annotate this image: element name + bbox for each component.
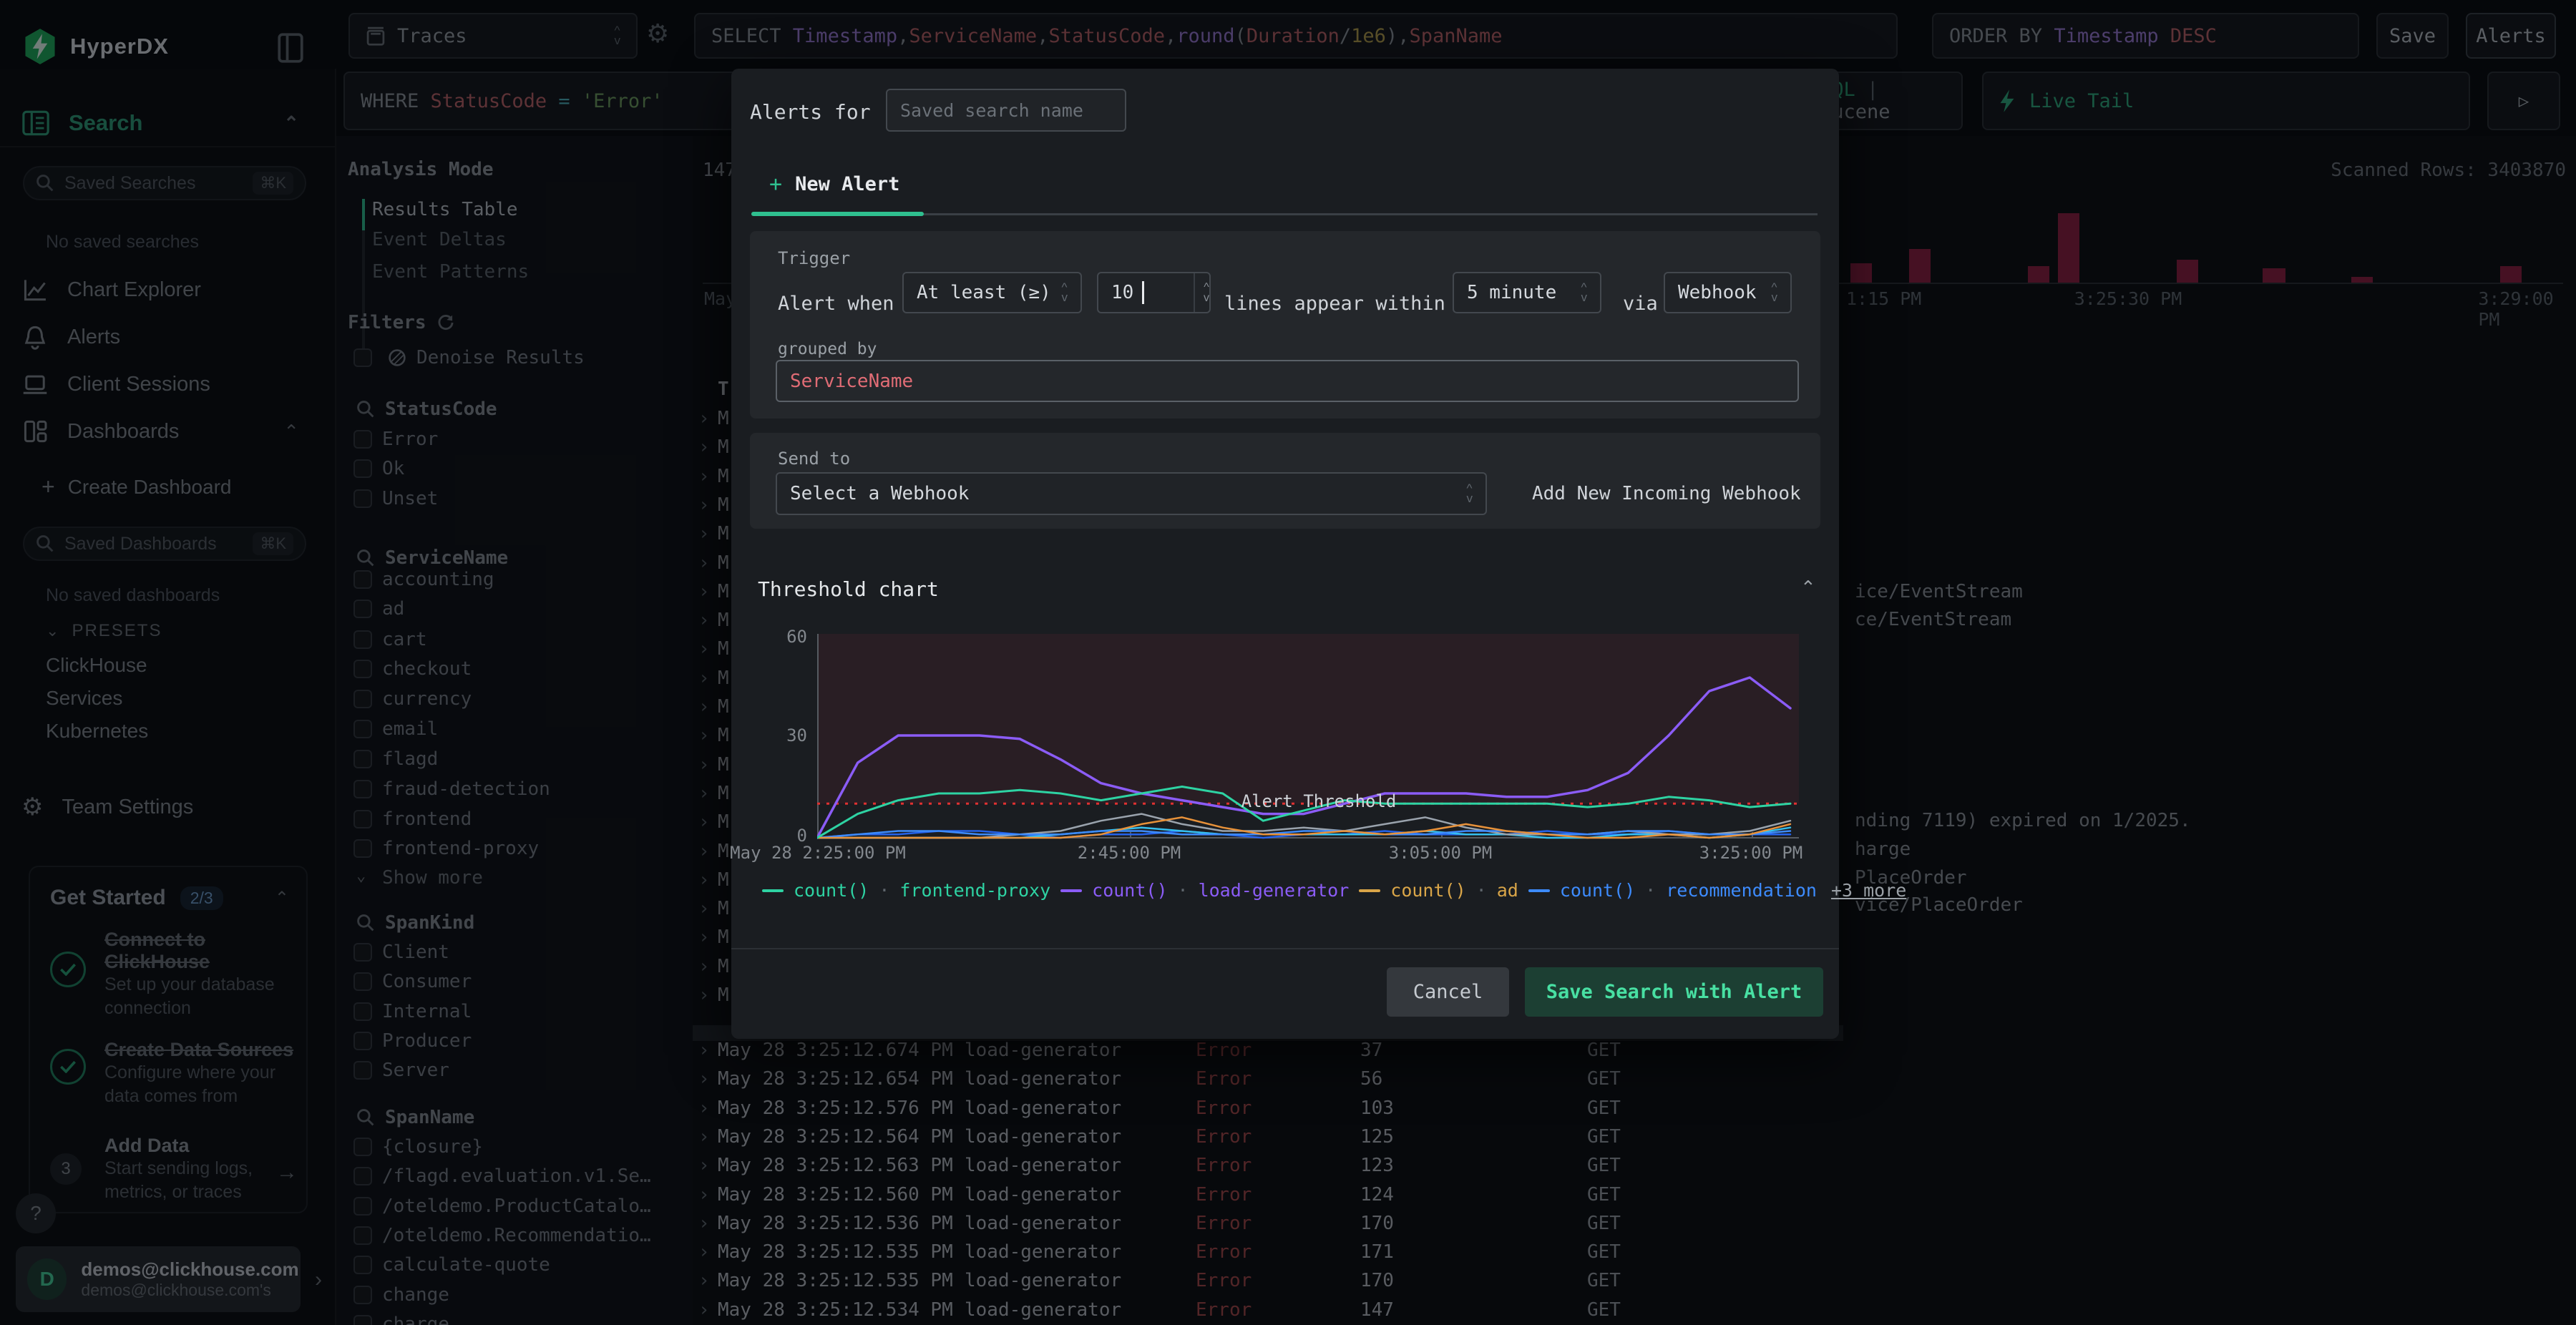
grouped-by-label: grouped by xyxy=(778,340,877,358)
lines-within-text: lines appear within xyxy=(1224,293,1445,315)
text-cursor xyxy=(1142,281,1145,304)
alert-threshold-label: Alert Threshold xyxy=(1241,791,1397,811)
window-select[interactable]: 5 minute ^ v xyxy=(1453,272,1601,313)
alert-when-text: Alert when xyxy=(778,293,894,315)
trigger-label: Trigger xyxy=(778,248,851,268)
saved-search-name-placeholder: Saved search name xyxy=(900,99,1083,121)
channel-select[interactable]: Webhook ^ v xyxy=(1664,272,1792,313)
x-tick-label: May 28 2:25:00 PM xyxy=(730,843,906,863)
threshold-chart-title: Threshold chart xyxy=(758,577,939,601)
modal-title: Alerts for xyxy=(750,100,871,124)
alert-modal: Alerts for Saved search name + New Alert… xyxy=(730,69,1906,1039)
x-tick-label: 3:25:00 PM xyxy=(1699,843,1803,863)
add-webhook-link[interactable]: Add New Incoming Webhook xyxy=(1532,483,1801,504)
save-search-with-alert-button[interactable]: Save Search with Alert xyxy=(1525,967,1823,1017)
via-text: via xyxy=(1623,293,1658,315)
x-tick-label: 2:45:00 PM xyxy=(1077,843,1181,863)
footer-divider xyxy=(731,948,1839,949)
tab-underline-active xyxy=(751,212,924,216)
plus-icon: + xyxy=(769,172,783,197)
chart-legend[interactable]: count() · frontend-proxy count() · load-gener… xyxy=(762,880,1906,901)
tab-new-alert[interactable]: + New Alert xyxy=(769,172,899,197)
trigger-panel: Trigger Alert when At least (≥) ^ v 10 ^ v… xyxy=(750,231,1820,419)
saved-search-name-input[interactable]: Saved search name xyxy=(886,89,1126,132)
webhook-select[interactable]: Select a Webhook ^ v xyxy=(776,472,1487,515)
cancel-button[interactable]: Cancel xyxy=(1387,967,1509,1017)
send-to-label: Send to xyxy=(778,449,851,469)
y-tick-label: 60 xyxy=(786,627,807,647)
threshold-count-input[interactable]: 10 ^ v xyxy=(1097,272,1211,313)
send-to-panel: Send to Select a Webhook ^ v Add New Inco… xyxy=(750,433,1820,529)
collapse-chart-icon[interactable]: ⌃ xyxy=(1800,577,1816,599)
x-tick-label: 3:05:00 PM xyxy=(1388,843,1493,863)
number-stepper[interactable]: ^ v xyxy=(1194,273,1209,312)
grouped-by-input[interactable]: ServiceName xyxy=(776,360,1799,402)
condition-select[interactable]: At least (≥) ^ v xyxy=(902,272,1082,313)
y-tick-label: 30 xyxy=(786,725,807,745)
app-root: { "icons": { "gear": "⚙", "plus": "+", "… xyxy=(0,0,2576,1325)
